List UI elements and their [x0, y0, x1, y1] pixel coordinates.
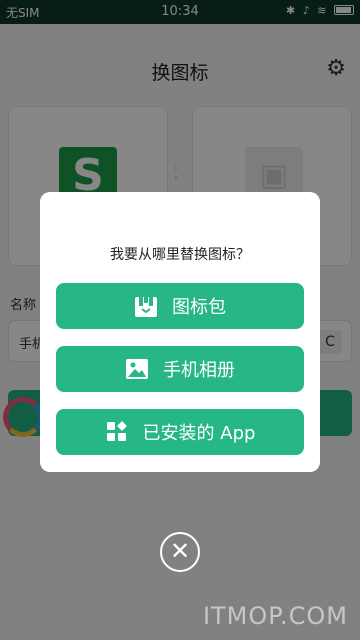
close-icon[interactable]: ✕ [160, 532, 200, 572]
watermark-logo: ITMOP.COM [202, 602, 348, 630]
replace-source-dialog: 我要从哪里替换图标？ 图标包 手机相册 已安装的 App [40, 192, 320, 472]
icon-pack-icon [135, 297, 157, 317]
installed-apps-label: 已安装的 App [142, 423, 256, 444]
installed-apps-button[interactable]: 已安装的 App [56, 409, 304, 455]
icon-pack-button[interactable]: 图标包 [56, 283, 304, 329]
icon-pack-label: 图标包 [172, 297, 226, 318]
image-icon [126, 359, 148, 379]
apps-grid-icon [106, 421, 127, 441]
dialog-question: 我要从哪里替换图标？ [110, 247, 250, 263]
gallery-button[interactable]: 手机相册 [56, 346, 304, 392]
gallery-label: 手机相册 [163, 360, 235, 381]
